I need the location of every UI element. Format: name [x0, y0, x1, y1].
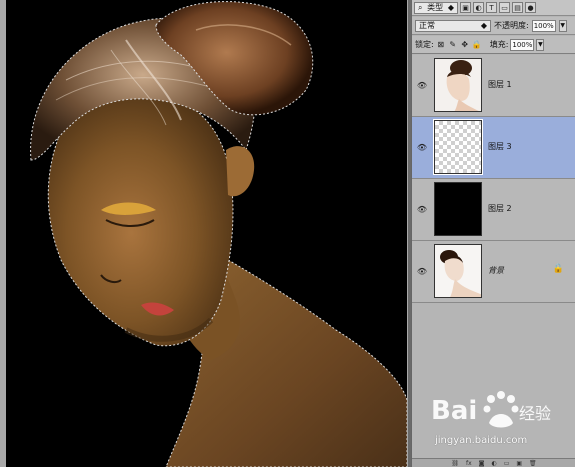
blend-opacity-bar: 正常 ◆ 不透明度: 100% ▼ [412, 17, 575, 35]
inverted-portrait-image [30, 1, 407, 467]
baidu-logo: Bai 经验 [431, 391, 551, 428]
layer-thumbnail [434, 182, 482, 236]
layer-row[interactable]: 👁 图层 2 [412, 179, 575, 241]
fill-label: 填充: [489, 40, 509, 49]
fill-dropdown-icon[interactable]: ▼ [536, 38, 545, 51]
blend-mode-value: 正常 [419, 21, 435, 30]
layers-bottom-toolbar: ⛓ fx ◙ ◐ ▭ ▣ 🗑 [412, 458, 575, 467]
layer-row-selected[interactable]: 👁 图层 3 [412, 117, 575, 179]
eye-icon[interactable]: 👁 [416, 265, 428, 277]
document-canvas[interactable] [6, 0, 407, 467]
filter-kind-label: 类型 [427, 3, 444, 12]
layer-thumbnail [434, 244, 482, 298]
watermark-url: jingyan.baidu.com [435, 435, 528, 446]
pixel-filter-icon[interactable]: ▣ [460, 2, 471, 13]
link-layers-icon[interactable]: ⛓ [451, 460, 459, 467]
layer-name[interactable]: 背景 [488, 265, 504, 276]
delete-layer-icon[interactable]: 🗑 [529, 460, 537, 467]
lock-icon: 🔒 [552, 264, 564, 274]
lock-label: 锁定: [415, 40, 434, 49]
lock-position-move-icon[interactable]: ✥ [460, 39, 470, 50]
layer-style-icon[interactable]: fx [466, 460, 472, 467]
woman-portrait-thumbnail [446, 60, 479, 111]
layer-filter-bar: ⌕ 类型 ◆ ▣ ◐ T ▭ ▤ ● [412, 0, 575, 16]
opacity-field[interactable]: 100% [531, 19, 556, 32]
fill-field[interactable]: 100% [510, 38, 535, 51]
add-mask-icon[interactable]: ◙ [479, 460, 485, 467]
opacity-label: 不透明度: [494, 21, 529, 30]
eye-icon[interactable]: 👁 [416, 203, 428, 215]
search-icon: ⌕ [418, 2, 423, 12]
layer-row[interactable]: 👁 背景 🔒 [412, 241, 575, 303]
smart-object-filter-icon[interactable]: ▤ [512, 2, 523, 13]
new-layer-icon[interactable]: ▣ [516, 460, 522, 467]
svg-text:经验: 经验 [519, 404, 551, 423]
woman-portrait-thumbnail [440, 250, 481, 297]
layer-thumbnail [433, 119, 483, 175]
layer-name[interactable]: 图层 1 [488, 79, 512, 90]
new-group-icon[interactable]: ▭ [504, 460, 510, 467]
layer-row[interactable]: 👁 图层 1 [412, 55, 575, 117]
lock-image-brush-icon[interactable]: ✎ [448, 39, 458, 50]
lock-fill-bar: 锁定: ⊠ ✎ ✥ 🔒 填充: 100% ▼ [412, 36, 575, 54]
svg-text:Bai: Bai [431, 396, 477, 426]
lock-transparency-icon[interactable]: ⊠ [436, 39, 446, 50]
layer-name[interactable]: 图层 2 [488, 203, 512, 214]
opacity-dropdown-icon[interactable]: ▼ [558, 19, 567, 32]
eye-icon[interactable]: 👁 [416, 79, 428, 91]
adjustment-layer-icon[interactable]: ◐ [491, 460, 496, 467]
layer-name[interactable]: 图层 3 [488, 141, 512, 152]
text-filter-icon[interactable]: T [486, 2, 497, 13]
blend-mode-select[interactable]: 正常 ◆ [415, 19, 491, 32]
eye-icon[interactable]: 👁 [416, 141, 428, 153]
shape-filter-icon[interactable]: ▭ [499, 2, 510, 13]
chevron-down-icon: ◆ [480, 21, 487, 30]
filter-kind-select[interactable]: ⌕ 类型 ◆ [414, 1, 458, 14]
canvas-frame [0, 0, 411, 467]
chevron-down-icon: ◆ [447, 3, 454, 12]
lock-all-icon[interactable]: 🔒 [472, 39, 482, 50]
layer-thumbnail [434, 58, 482, 112]
filter-toggle-icon[interactable]: ● [525, 2, 536, 13]
baidu-jingyan-watermark: Bai 经验 jingyan.baidu.com [417, 385, 567, 455]
adjustment-filter-icon[interactable]: ◐ [473, 2, 484, 13]
